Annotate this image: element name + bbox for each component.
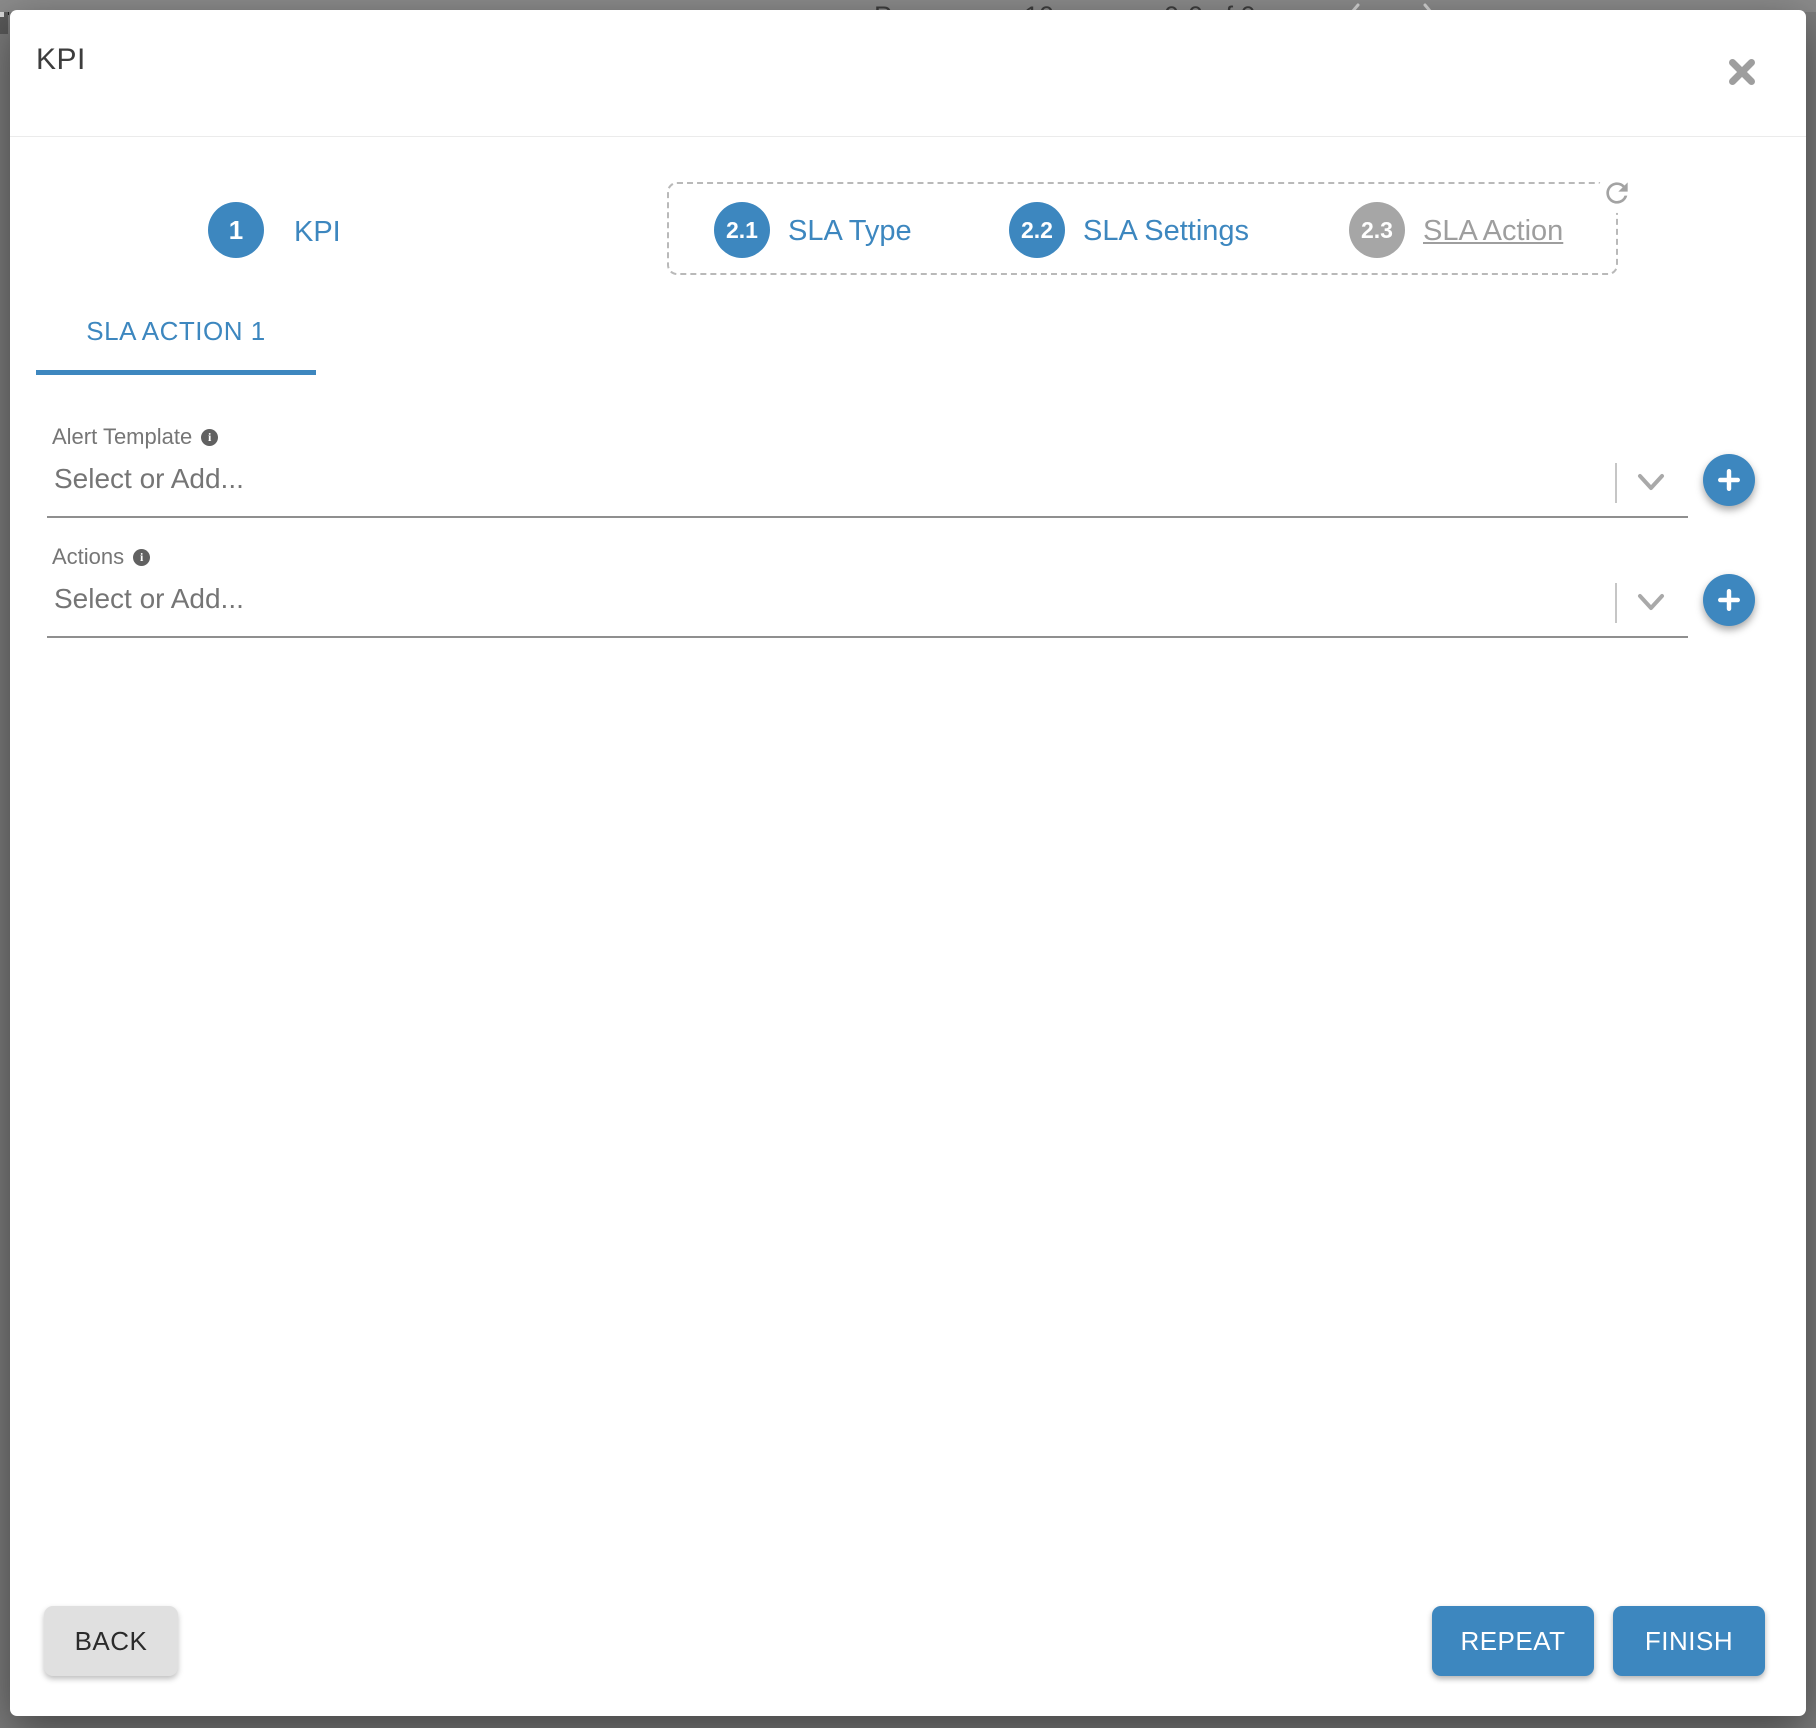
- step-2-1-circle[interactable]: 2.1: [714, 202, 770, 258]
- info-icon[interactable]: [133, 549, 150, 566]
- sla-steps-group: 2.1 SLA Type 2.2 SLA Settings 2.3 SLA Ac…: [667, 182, 1618, 275]
- field-separator: [1615, 463, 1617, 503]
- step-number: 1: [229, 215, 243, 246]
- step-2-1-label[interactable]: SLA Type: [788, 215, 912, 248]
- step-number: 2.1: [726, 217, 758, 244]
- alert-template-select[interactable]: [52, 456, 1592, 502]
- step-1-label[interactable]: KPI: [294, 216, 341, 249]
- plus-icon: [1715, 466, 1743, 494]
- kpi-dialog: KPI 1 KPI 2.1 SLA Type 2.2 SLA Settings …: [10, 10, 1806, 1716]
- tab-sla-action-1[interactable]: SLA ACTION 1: [36, 310, 316, 375]
- step-1-circle[interactable]: 1: [208, 202, 264, 258]
- field-label-text: Actions: [52, 544, 124, 570]
- finish-button[interactable]: FINISH: [1613, 1606, 1765, 1676]
- close-button[interactable]: [1720, 50, 1764, 94]
- add-action-button[interactable]: [1703, 574, 1755, 626]
- actions-dropdown-button[interactable]: [1632, 586, 1670, 620]
- step-number: 2.2: [1021, 217, 1053, 244]
- close-icon: [1723, 53, 1761, 91]
- field-underline: [47, 516, 1688, 518]
- step-2-3-circle[interactable]: 2.3: [1349, 202, 1405, 258]
- info-icon[interactable]: [201, 429, 218, 446]
- field-label-text: Alert Template: [52, 424, 192, 450]
- tab-label: SLA ACTION 1: [86, 316, 265, 347]
- alert-template-label: Alert Template: [52, 424, 218, 450]
- refresh-icon: [1601, 177, 1633, 209]
- tab-active-indicator: [36, 370, 316, 375]
- add-alert-template-button[interactable]: [1703, 454, 1755, 506]
- chevron-down-icon: [1636, 593, 1666, 613]
- back-button[interactable]: BACK: [44, 1606, 178, 1676]
- actions-select[interactable]: [52, 576, 1592, 622]
- chevron-down-icon: [1636, 473, 1666, 493]
- header-divider: [10, 136, 1806, 137]
- field-underline: [47, 636, 1688, 638]
- repeat-button[interactable]: REPEAT: [1432, 1606, 1594, 1676]
- actions-label: Actions: [52, 544, 150, 570]
- step-2-2-label[interactable]: SLA Settings: [1083, 215, 1249, 248]
- alert-template-dropdown-button[interactable]: [1632, 466, 1670, 500]
- step-number: 2.3: [1361, 217, 1393, 244]
- dialog-title: KPI: [36, 43, 86, 77]
- repeat-steps-button[interactable]: [1597, 173, 1637, 213]
- step-2-2-circle[interactable]: 2.2: [1009, 202, 1065, 258]
- field-separator: [1615, 583, 1617, 623]
- plus-icon: [1715, 586, 1743, 614]
- step-2-3-label[interactable]: SLA Action: [1423, 215, 1563, 248]
